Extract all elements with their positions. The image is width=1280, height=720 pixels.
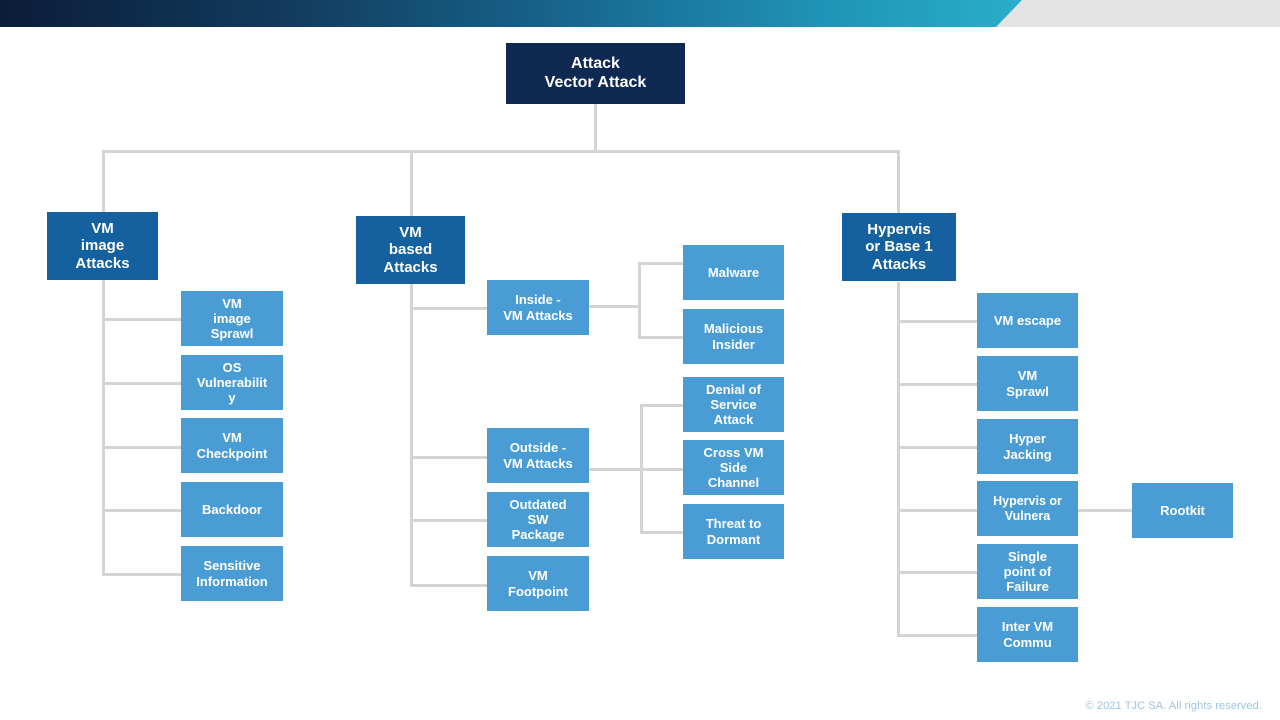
connector-branch-1-spine bbox=[102, 280, 105, 575]
connector-inside-vm-spine bbox=[638, 262, 641, 338]
node-os-vulnerability[interactable]: OS Vulnerabilit y bbox=[181, 355, 283, 410]
connector-trunk-to-branch-3 bbox=[897, 150, 900, 213]
connector-branch-3-stub-4 bbox=[897, 509, 978, 512]
node-vm-escape[interactable]: VM escape bbox=[977, 293, 1078, 348]
node-root-attack-vector-attack[interactable]: Attack Vector Attack bbox=[506, 43, 685, 104]
connector-branch-3-stub-3 bbox=[897, 446, 978, 449]
connector-inside-vm-to-malicious-insider bbox=[638, 336, 683, 339]
connector-inside-vm-to-malware bbox=[638, 262, 683, 265]
node-outdated-sw-package[interactable]: Outdated SW Package bbox=[487, 492, 589, 547]
connector-outside-vm-to-dos bbox=[640, 404, 683, 407]
node-single-point-of-failure[interactable]: Single point of Failure bbox=[977, 544, 1078, 599]
node-malware[interactable]: Malware bbox=[683, 245, 784, 300]
connector-root-down bbox=[594, 104, 597, 152]
node-inter-vm-commu[interactable]: Inter VM Commu bbox=[977, 607, 1078, 662]
node-vm-sprawl[interactable]: VM Sprawl bbox=[977, 356, 1078, 411]
connector-trunk-to-branch-1 bbox=[102, 150, 105, 212]
node-hypervisor-base-attacks[interactable]: Hypervis or Base 1 Attacks bbox=[842, 213, 956, 281]
connector-branch-2-stub-1 bbox=[410, 307, 488, 310]
connector-hypervis-vulnera-to-rootkit bbox=[1078, 509, 1132, 512]
connector-outside-vm-to-cross-vm bbox=[640, 468, 683, 471]
connector-branch-2-spine bbox=[410, 284, 413, 586]
node-hyper-jacking[interactable]: Hyper Jacking bbox=[977, 419, 1078, 474]
node-vm-image-sprawl[interactable]: VM image Sprawl bbox=[181, 291, 283, 346]
connector-outside-vm-to-threat-dormant bbox=[640, 531, 683, 534]
node-outside-vm-attacks[interactable]: Outside - VM Attacks bbox=[487, 428, 589, 483]
connector-outside-vm-out bbox=[589, 468, 643, 471]
connector-branch-3-stub-5 bbox=[897, 571, 978, 574]
connector-branch-1-stub-4 bbox=[102, 509, 182, 512]
attack-vector-tree-diagram: Attack Vector Attack VM image Attacks VM… bbox=[0, 0, 1280, 720]
node-malicious-insider[interactable]: Malicious Insider bbox=[683, 309, 784, 364]
connector-branch-3-spine bbox=[897, 282, 900, 637]
connector-branch-2-stub-4 bbox=[410, 584, 488, 587]
connector-trunk-to-branch-2 bbox=[410, 150, 413, 216]
node-hypervisor-vulnera[interactable]: Hypervis or Vulnera bbox=[977, 481, 1078, 536]
node-inside-vm-attacks[interactable]: Inside - VM Attacks bbox=[487, 280, 589, 335]
connector-inside-vm-out bbox=[589, 305, 641, 308]
connector-branch-1-stub-3 bbox=[102, 446, 182, 449]
connector-branch-1-stub-2 bbox=[102, 382, 182, 385]
connector-trunk-horizontal bbox=[102, 150, 900, 153]
node-vm-image-attacks[interactable]: VM image Attacks bbox=[47, 212, 158, 280]
connector-branch-2-stub-3 bbox=[410, 519, 488, 522]
connector-branch-3-stub-2 bbox=[897, 383, 978, 386]
node-sensitive-information[interactable]: Sensitive Information bbox=[181, 546, 283, 601]
node-cross-vm-side-channel[interactable]: Cross VM Side Channel bbox=[683, 440, 784, 495]
connector-branch-2-stub-2 bbox=[410, 456, 488, 459]
node-vm-checkpoint[interactable]: VM Checkpoint bbox=[181, 418, 283, 473]
node-denial-of-service-attack[interactable]: Denial of Service Attack bbox=[683, 377, 784, 432]
connector-branch-3-stub-1 bbox=[897, 320, 978, 323]
node-vm-based-attacks[interactable]: VM based Attacks bbox=[356, 216, 465, 284]
node-vm-footpoint[interactable]: VM Footpoint bbox=[487, 556, 589, 611]
node-rootkit[interactable]: Rootkit bbox=[1132, 483, 1233, 538]
node-backdoor[interactable]: Backdoor bbox=[181, 482, 283, 537]
connector-branch-1-stub-5 bbox=[102, 573, 182, 576]
connector-branch-1-stub-1 bbox=[102, 318, 182, 321]
connector-branch-3-stub-6 bbox=[897, 634, 978, 637]
node-threat-to-dormant[interactable]: Threat to Dormant bbox=[683, 504, 784, 559]
footer-copyright: © 2021 TJC SA. All rights reserved. bbox=[1085, 700, 1262, 712]
